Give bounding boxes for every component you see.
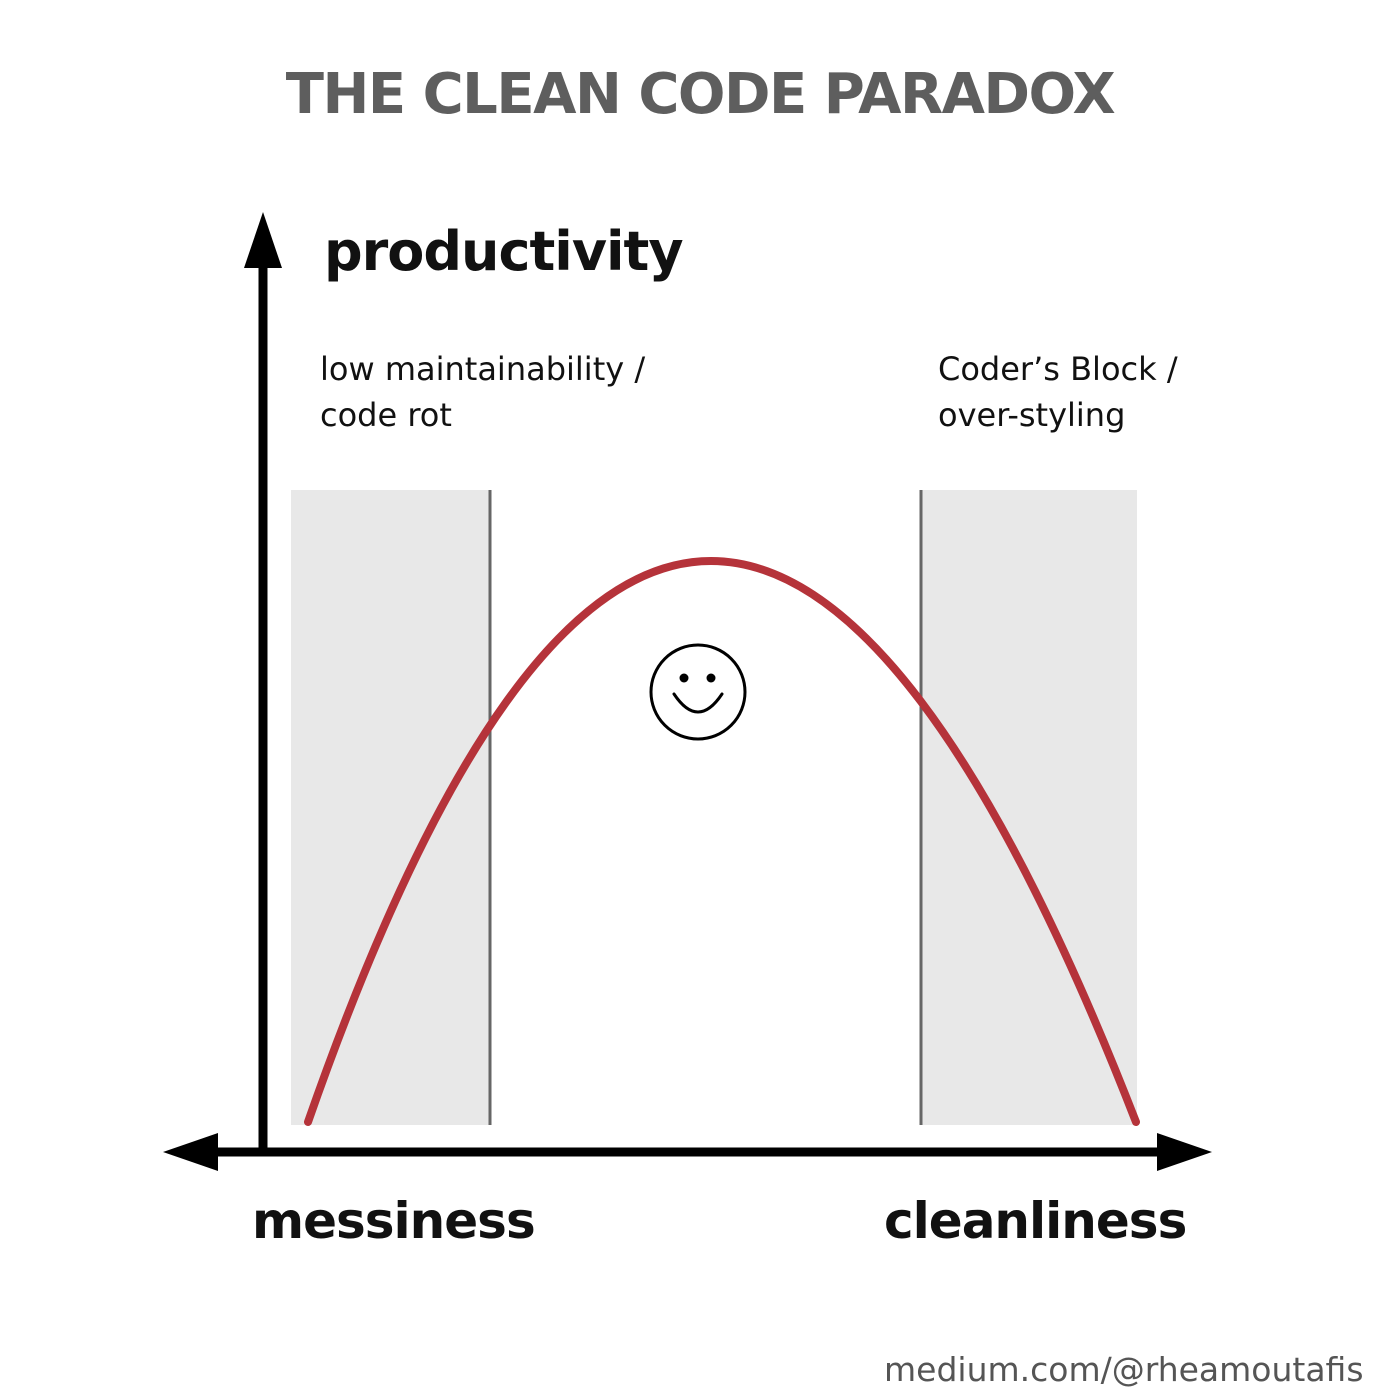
x-axis-left-arrowhead <box>163 1133 218 1171</box>
zone-left-label-line2: code rot <box>320 396 452 434</box>
zone-left-label-line1: low maintainability / <box>320 350 646 388</box>
clean-code-diagram <box>163 212 1212 1171</box>
y-axis-arrowhead <box>244 212 282 268</box>
smiley-face-icon <box>649 643 747 741</box>
x-axis-right-label: cleanliness <box>884 1192 1187 1250</box>
x-axis-right-arrowhead <box>1157 1133 1212 1171</box>
zone-left-shade <box>291 490 490 1125</box>
credit-link[interactable]: medium.com/@rheamoutafis <box>884 1350 1364 1389</box>
zone-right-label: Coder’s Block / over-styling <box>938 346 1178 438</box>
zone-right-label-line1: Coder’s Block / <box>938 350 1178 388</box>
zone-right-shade <box>921 490 1137 1125</box>
zone-right-label-line2: over-styling <box>938 396 1126 434</box>
page-title: THE CLEAN CODE PARADOX <box>285 62 1116 127</box>
y-axis-label: productivity <box>324 220 684 283</box>
x-axis-left-label: messiness <box>252 1192 536 1250</box>
zone-left-label: low maintainability / code rot <box>320 346 645 438</box>
